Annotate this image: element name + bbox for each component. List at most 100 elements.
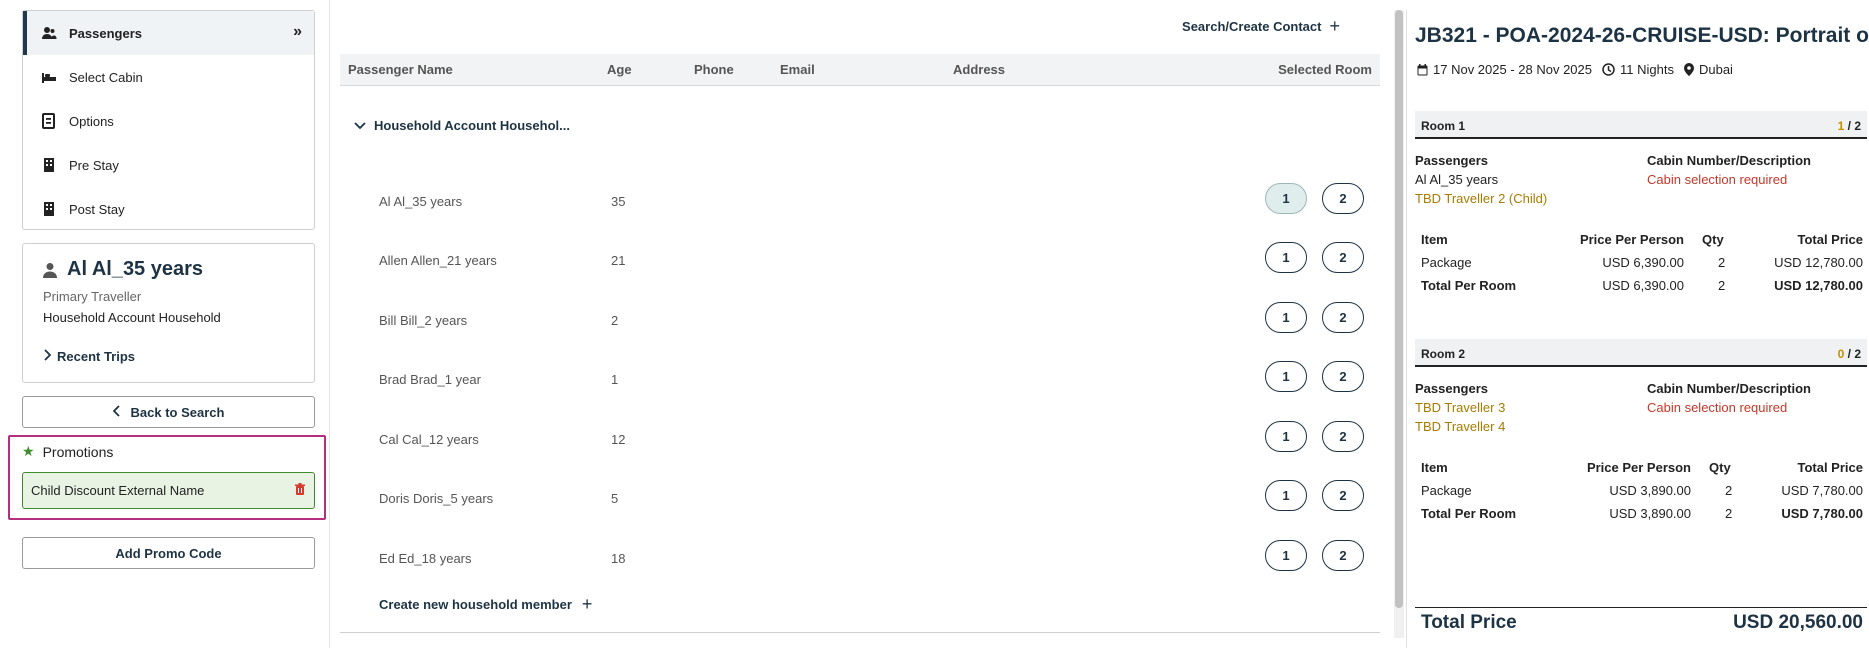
location: Dubai	[1683, 62, 1733, 77]
room-passenger: TBD Traveller 4	[1415, 419, 1506, 434]
package-qty: 2	[1725, 483, 1733, 498]
room-1-button[interactable]: 1	[1265, 480, 1307, 511]
booking-summary-panel: JB321 - POA-2024-26-CRUISE-USD: Portrait…	[1406, 10, 1869, 648]
passenger-age: 5	[611, 491, 619, 506]
search-create-contact-button[interactable]: Search/Create Contact +	[1182, 16, 1340, 37]
step-pre-stay[interactable]: Pre Stay	[23, 143, 314, 187]
table-row: Brad Brad_1 year 1 1 2	[340, 358, 1380, 408]
table-row: Cal Cal_12 years 12 1 2	[340, 418, 1380, 468]
room-2-button[interactable]: 2	[1322, 183, 1364, 214]
map-pin-icon	[1683, 63, 1694, 76]
primary-traveller-card: Al Al_35 years Primary Traveller Househo…	[22, 243, 315, 383]
divider	[340, 632, 1380, 633]
passenger-name: Bill Bill_2 years	[379, 313, 468, 328]
passenger-name: Al Al_35 years	[379, 194, 463, 209]
divider	[1415, 607, 1867, 608]
passenger-name: Allen Allen_21 years	[379, 253, 497, 268]
building-icon	[41, 201, 57, 217]
booking-meta: 17 Nov 2025 - 28 Nov 2025 11 Nights Duba…	[1417, 62, 1743, 77]
per-room-total: USD 7,780.00	[1781, 506, 1863, 521]
room-1-button[interactable]: 1	[1265, 540, 1307, 571]
step-label: Passengers	[69, 25, 142, 41]
table-row: Doris Doris_5 years 5 1 2	[340, 477, 1380, 527]
package-total: USD 7,780.00	[1781, 483, 1863, 498]
package-total: USD 12,780.00	[1774, 255, 1863, 270]
passenger-age: 2	[611, 313, 619, 328]
room-occupancy: 1 / 2	[1837, 119, 1861, 133]
cabin-heading: Cabin Number/Description	[1647, 381, 1811, 396]
room-passenger: TBD Traveller 2 (Child)	[1415, 191, 1548, 206]
per-room-qty: 2	[1718, 278, 1726, 293]
col-selected-room: Selected Room	[1278, 62, 1372, 77]
household-group-toggle[interactable]: Household Account Househol...	[354, 118, 570, 133]
options-icon	[41, 113, 57, 129]
traveller-name: Al Al_35 years	[43, 258, 294, 281]
building-icon	[41, 157, 57, 173]
passengers-heading: Passengers	[1415, 153, 1488, 168]
step-passengers[interactable]: Passengers »	[23, 11, 314, 55]
room-2-button[interactable]: 2	[1322, 540, 1364, 571]
step-options[interactable]: Options	[23, 99, 314, 143]
chevron-right-icon	[43, 349, 52, 364]
per-room-ppp: USD 6,390.00	[1602, 278, 1684, 293]
passenger-table-area: Search/Create Contact + Passenger Name A…	[330, 0, 1390, 648]
back-to-search-button[interactable]: Back to Search	[22, 396, 315, 428]
per-room-label: Total Per Room	[1421, 278, 1517, 293]
booking-title: JB321 - POA-2024-26-CRUISE-USD: Portrait…	[1415, 24, 1869, 47]
qty-col: Qty	[1702, 232, 1724, 247]
create-household-member-button[interactable]: Create new household member +	[379, 594, 592, 615]
per-room-total: USD 12,780.00	[1774, 278, 1863, 293]
traveller-role: Primary Traveller	[43, 289, 142, 304]
recent-trips-toggle[interactable]: Recent Trips	[43, 349, 294, 364]
table-row: Ed Ed_18 years 18 1 2	[340, 537, 1380, 587]
cabin-status: Cabin selection required	[1647, 172, 1788, 187]
room-2-button[interactable]: 2	[1322, 302, 1364, 333]
room-1-button[interactable]: 1	[1265, 242, 1307, 273]
room-2-button[interactable]: 2	[1322, 242, 1364, 273]
room-2-button[interactable]: 2	[1322, 361, 1364, 392]
room-passenger: TBD Traveller 3	[1415, 400, 1506, 415]
center-scrollbar[interactable]	[1394, 10, 1404, 638]
traveller-household: Household Account Household	[43, 310, 221, 325]
room-occupancy: 0 / 2	[1837, 347, 1861, 361]
step-label: Select Cabin	[69, 69, 143, 85]
trash-icon[interactable]	[294, 483, 306, 499]
table-header: Passenger Name Age Phone Email Address S…	[340, 54, 1380, 86]
room-1-button[interactable]: 1	[1265, 183, 1307, 214]
per-room-qty: 2	[1725, 506, 1733, 521]
cabin-status: Cabin selection required	[1647, 400, 1788, 415]
add-promo-code-button[interactable]: Add Promo Code	[22, 537, 315, 569]
col-address: Address	[953, 62, 1006, 77]
user-icon	[43, 261, 59, 279]
passenger-age: 1	[611, 372, 619, 387]
table-row: Al Al_35 years 35 1 2	[340, 180, 1380, 230]
passenger-name: Cal Cal_12 years	[379, 432, 479, 447]
step-post-stay[interactable]: Post Stay	[23, 187, 314, 231]
collapse-chevron-icon[interactable]: »	[293, 23, 302, 41]
ppp-col: Price Per Person	[1586, 460, 1691, 475]
room-2-button[interactable]: 2	[1322, 480, 1364, 511]
nights: 11 Nights	[1602, 62, 1674, 77]
clock-icon	[1602, 63, 1615, 76]
passengers-heading: Passengers	[1415, 381, 1488, 396]
room-1-button[interactable]: 1	[1265, 302, 1307, 333]
qty-col: Qty	[1709, 460, 1731, 475]
step-select-cabin[interactable]: Select Cabin	[23, 55, 314, 99]
chevron-left-icon	[112, 404, 121, 420]
passenger-name: Brad Brad_1 year	[379, 372, 481, 387]
room-1-button[interactable]: 1	[1265, 421, 1307, 452]
left-sidebar: Passengers » Select Cabin Options Pre St…	[0, 0, 330, 648]
passenger-age: 21	[611, 253, 626, 268]
cabin-heading: Cabin Number/Description	[1647, 153, 1811, 168]
plus-icon: +	[581, 594, 593, 614]
bed-icon	[41, 69, 57, 85]
step-label: Post Stay	[69, 201, 125, 217]
dates: 17 Nov 2025 - 28 Nov 2025	[1417, 62, 1592, 77]
package-ppp: USD 3,890.00	[1609, 483, 1691, 498]
table-row: Bill Bill_2 years 2 1 2	[340, 299, 1380, 349]
scrollbar-thumb[interactable]	[1395, 10, 1403, 608]
passenger-age: 12	[611, 432, 626, 447]
room-2-button[interactable]: 2	[1322, 421, 1364, 452]
room-1-button[interactable]: 1	[1265, 361, 1307, 392]
chevron-down-icon	[354, 118, 366, 133]
